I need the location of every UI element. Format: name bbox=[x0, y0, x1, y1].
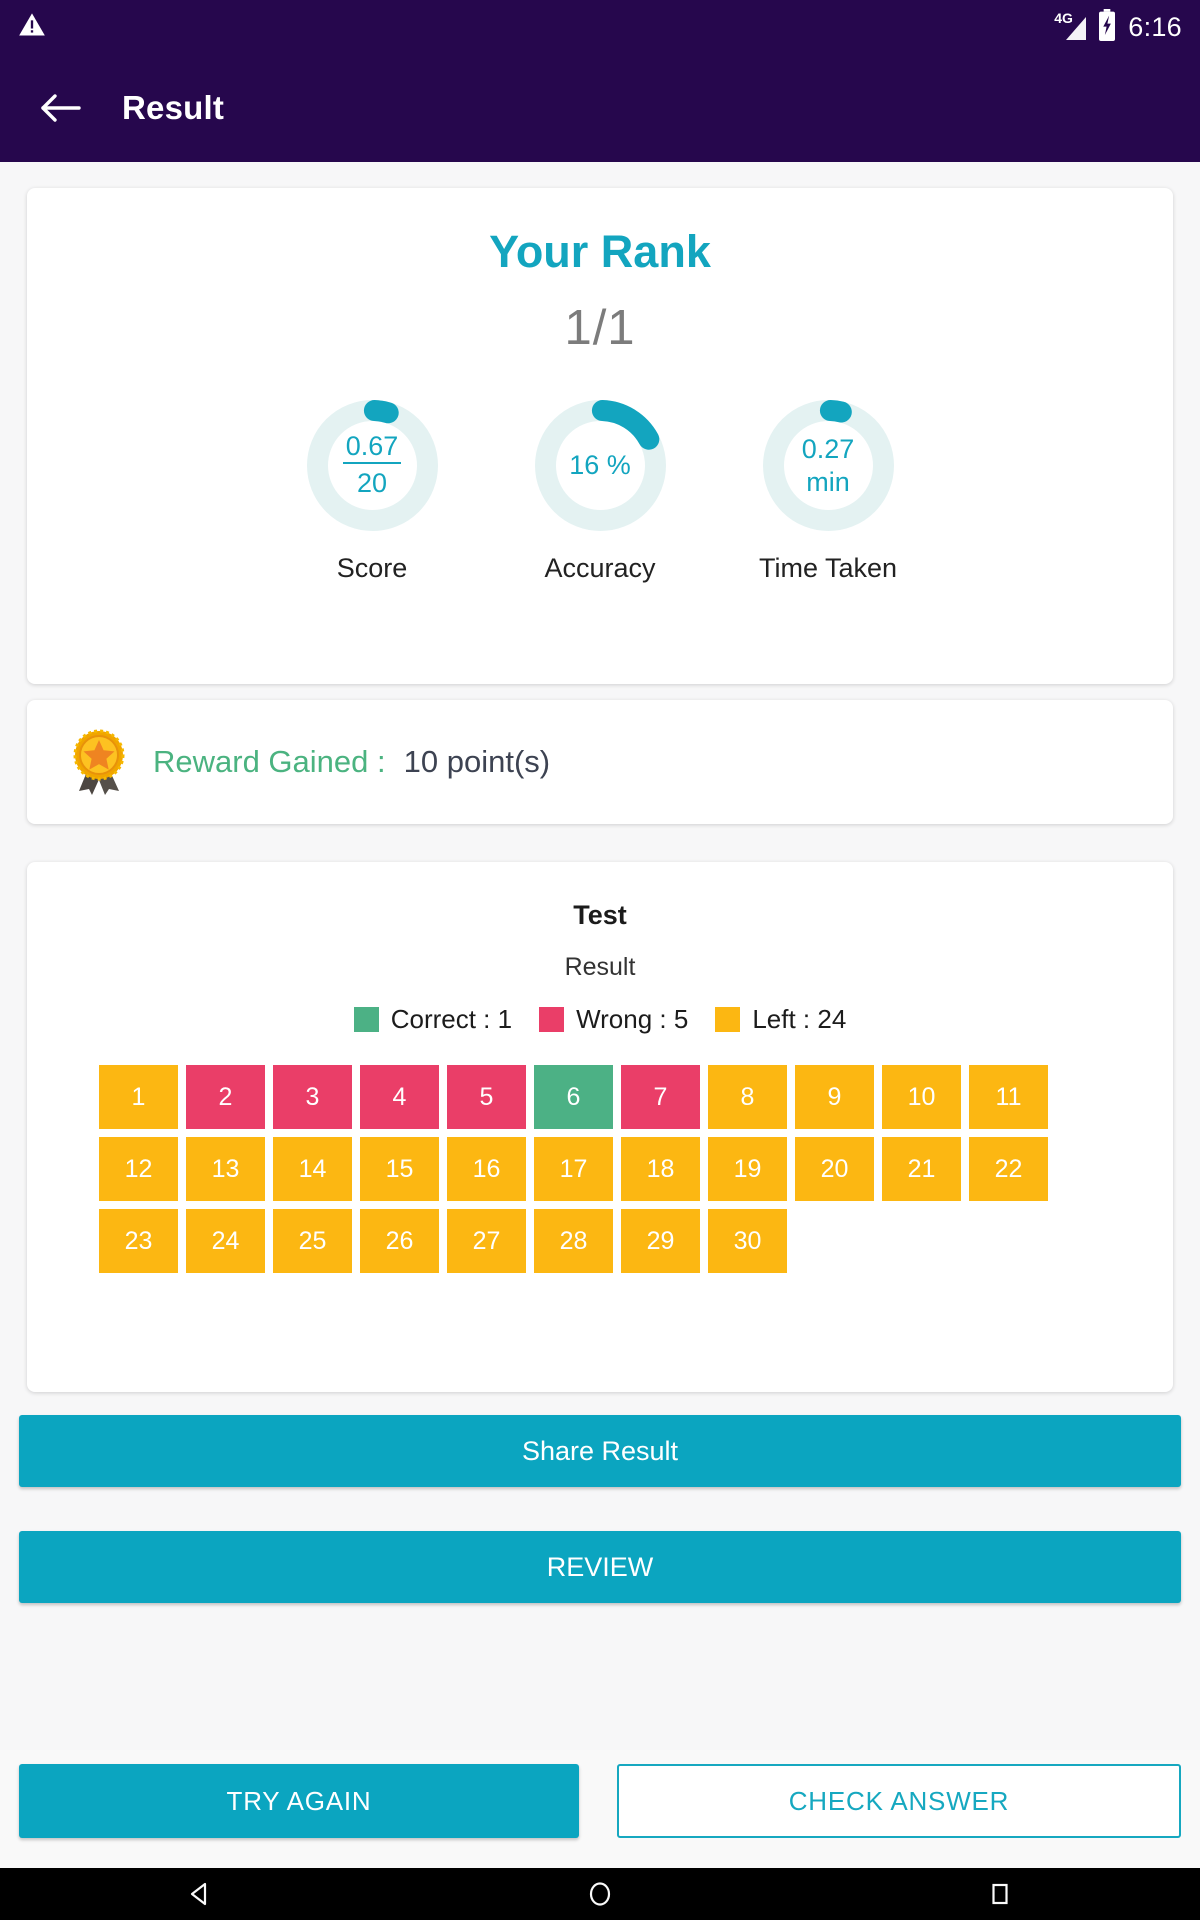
status-bar-left bbox=[18, 11, 46, 44]
question-cell[interactable]: 3 bbox=[273, 1065, 352, 1129]
share-result-button[interactable]: Share Result bbox=[19, 1415, 1181, 1487]
question-cell[interactable]: 1 bbox=[99, 1065, 178, 1129]
app-bar: Result bbox=[0, 54, 1200, 162]
accuracy-progress-ring: 16 % bbox=[534, 400, 666, 531]
question-cell[interactable]: 29 bbox=[621, 1209, 700, 1273]
time-taken-label: Time Taken bbox=[758, 553, 898, 583]
page-title: Result bbox=[122, 89, 225, 126]
app-screen: 4G 6:16 Result Your Rank 1/1 0.67 20 Sco… bbox=[0, 0, 1200, 1920]
medal-award-icon bbox=[71, 729, 127, 795]
status-bar-right: 4G 6:16 bbox=[1054, 8, 1182, 46]
time-taken-ring-value: 0.27 min bbox=[763, 400, 894, 531]
metric-accuracy: 16 % Accuracy bbox=[502, 400, 698, 584]
legend-item-wrong: Wrong : 5 bbox=[539, 1004, 688, 1035]
question-cell[interactable]: 24 bbox=[186, 1209, 265, 1273]
score-progress-ring: 0.67 20 bbox=[306, 400, 438, 531]
score-label: Score bbox=[336, 553, 408, 583]
legend-label-wrong: Wrong : 5 bbox=[576, 1004, 689, 1034]
metric-time-taken: 0.27 min Time Taken bbox=[730, 400, 926, 584]
clock-label: 6:16 bbox=[1128, 11, 1182, 42]
question-cell[interactable]: 25 bbox=[273, 1209, 352, 1273]
question-cell[interactable]: 4 bbox=[360, 1065, 439, 1129]
legend-label-correct: Correct : 1 bbox=[390, 1004, 513, 1034]
question-cell[interactable]: 13 bbox=[186, 1137, 265, 1201]
time-taken-progress-ring: 0.27 min bbox=[762, 400, 894, 531]
test-name: Test bbox=[573, 900, 627, 930]
score-denominator: 20 bbox=[356, 467, 388, 498]
nav-recents-square-icon[interactable] bbox=[940, 1868, 1060, 1920]
legend-label-left: Left : 24 bbox=[752, 1004, 847, 1034]
question-cell[interactable]: 18 bbox=[621, 1137, 700, 1201]
question-cell[interactable]: 26 bbox=[360, 1209, 439, 1273]
time-taken-value-line2: min bbox=[806, 466, 850, 497]
try-again-button[interactable]: TRY AGAIN bbox=[19, 1764, 579, 1838]
bottom-action-bar-inner: TRY AGAIN CHECK ANSWER bbox=[0, 1750, 1200, 1838]
bottom-action-bar: TRY AGAIN CHECK ANSWER bbox=[0, 1750, 1200, 1868]
rank-card-title: Your Rank bbox=[489, 226, 711, 277]
question-cell[interactable]: 23 bbox=[99, 1209, 178, 1273]
score-numerator: 0.67 bbox=[342, 431, 402, 464]
question-cell[interactable]: 14 bbox=[273, 1137, 352, 1201]
check-answer-button[interactable]: CHECK ANSWER bbox=[617, 1764, 1181, 1838]
review-button[interactable]: REVIEW bbox=[19, 1531, 1181, 1603]
signal-bars-shape bbox=[1066, 17, 1087, 40]
question-cell[interactable]: 21 bbox=[882, 1137, 961, 1201]
question-cell[interactable]: 22 bbox=[969, 1137, 1048, 1201]
question-cell[interactable]: 5 bbox=[447, 1065, 526, 1129]
question-cell[interactable]: 12 bbox=[99, 1137, 178, 1201]
question-cell[interactable]: 27 bbox=[447, 1209, 526, 1273]
question-grid: 1 2 3 4 5 6 7 8 9 10 11 12 13 14 15 16 17 18 19 20 21 22 23 24 2… bbox=[27, 1035, 1117, 1273]
back-arrow-icon[interactable] bbox=[32, 79, 90, 137]
question-cell[interactable]: 30 bbox=[708, 1209, 787, 1273]
reward-row: Reward Gained : 10 point(s) bbox=[27, 700, 1173, 824]
result-legend: Correct : 1 Wrong : 5 Left : 24 bbox=[27, 1004, 1173, 1035]
battery-charging-icon bbox=[1097, 8, 1117, 46]
test-subtitle: Result bbox=[564, 953, 636, 981]
reward-label: Reward Gained : bbox=[153, 744, 386, 779]
question-cell[interactable]: 15 bbox=[360, 1137, 439, 1201]
question-cell[interactable]: 2 bbox=[186, 1065, 265, 1129]
question-cell[interactable]: 6 bbox=[534, 1065, 613, 1129]
question-cell[interactable]: 19 bbox=[708, 1137, 787, 1201]
nav-home-circle-icon[interactable] bbox=[540, 1868, 660, 1920]
question-cell[interactable]: 28 bbox=[534, 1209, 613, 1273]
reward-card: Reward Gained : 10 point(s) bbox=[27, 700, 1173, 824]
warning-triangle-icon bbox=[18, 11, 46, 44]
score-ring-value: 0.67 20 bbox=[307, 400, 438, 531]
legend-swatch-correct bbox=[353, 1007, 379, 1032]
question-cell[interactable]: 8 bbox=[708, 1065, 787, 1129]
question-cell[interactable]: 16 bbox=[447, 1137, 526, 1201]
rank-value: 1/1 bbox=[564, 301, 636, 355]
test-result-card: Test Result Correct : 1 Wrong : 5 Left :… bbox=[27, 862, 1173, 1392]
nav-back-triangle-icon[interactable] bbox=[140, 1868, 260, 1920]
android-nav-bar bbox=[0, 1868, 1200, 1920]
reward-value: 10 point(s) bbox=[403, 744, 551, 779]
legend-item-left: Left : 24 bbox=[715, 1004, 846, 1035]
accuracy-label: Accuracy bbox=[544, 553, 656, 583]
rank-card: Your Rank 1/1 0.67 20 Score 16 % Accurac… bbox=[27, 188, 1173, 684]
signal-4g-icon: 4G bbox=[1054, 10, 1087, 44]
legend-item-correct: Correct : 1 bbox=[353, 1004, 513, 1035]
metric-score: 0.67 20 Score bbox=[274, 400, 470, 584]
question-cell[interactable]: 7 bbox=[621, 1065, 700, 1129]
time-taken-value-line1: 0.27 bbox=[801, 434, 855, 465]
question-cell[interactable]: 17 bbox=[534, 1137, 613, 1201]
question-cell[interactable]: 10 bbox=[882, 1065, 961, 1129]
question-cell[interactable]: 9 bbox=[795, 1065, 874, 1129]
accuracy-ring-value: 16 % bbox=[535, 400, 666, 531]
legend-swatch-left bbox=[715, 1007, 741, 1032]
legend-swatch-wrong bbox=[539, 1007, 565, 1032]
question-cell[interactable]: 20 bbox=[795, 1137, 874, 1201]
metric-rings: 0.67 20 Score 16 % Accuracy 0.27 min Tim… bbox=[27, 400, 1173, 584]
accuracy-value: 16 % bbox=[569, 450, 631, 481]
question-cell[interactable]: 11 bbox=[969, 1065, 1048, 1129]
status-bar: 4G 6:16 bbox=[0, 0, 1200, 54]
